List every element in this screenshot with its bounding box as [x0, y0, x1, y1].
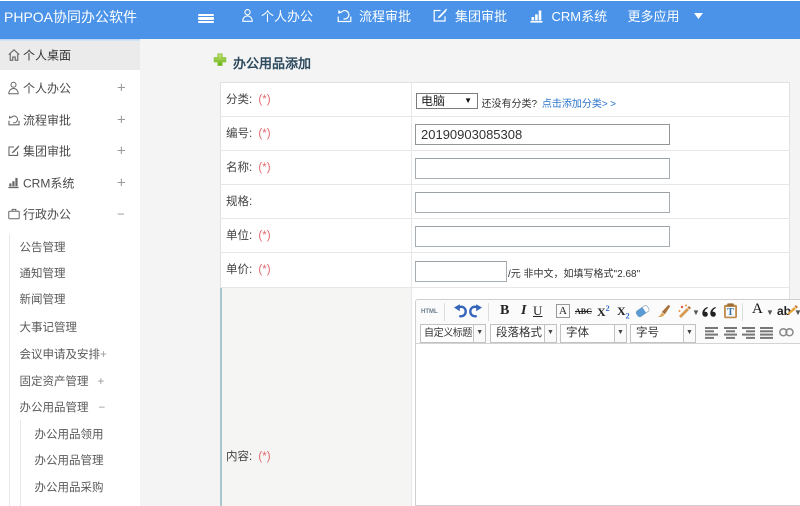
- svg-text:T: T: [727, 307, 734, 318]
